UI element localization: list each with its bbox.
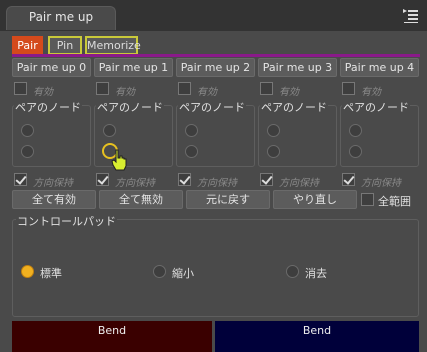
panel-menu-icon[interactable] xyxy=(403,8,419,24)
direction-keep-checkbox-3[interactable] xyxy=(260,173,273,186)
enable-label: 有効 xyxy=(279,87,299,98)
pair-me-up-0-button[interactable]: Pair me up 0 xyxy=(12,58,91,77)
enable-label: 有効 xyxy=(33,87,53,98)
pair-me-up-1-button[interactable]: Pair me up 1 xyxy=(94,58,173,77)
control-pad-shrink-radio[interactable] xyxy=(153,265,166,278)
node-radio-3b[interactable] xyxy=(267,145,280,158)
enable-checkbox-3[interactable] xyxy=(260,82,273,95)
tab-pin[interactable]: Pin xyxy=(48,36,82,55)
node-radio-4b[interactable] xyxy=(349,145,362,158)
enable-checkbox-0[interactable] xyxy=(14,82,27,95)
control-pad-erase-radio[interactable] xyxy=(286,265,299,278)
direction-keep-checkbox-0[interactable] xyxy=(14,173,27,186)
window-title: Pair me up xyxy=(28,10,94,24)
control-pad-shrink-label: 縮小 xyxy=(172,267,194,280)
tab-pair[interactable]: Pair xyxy=(12,36,43,55)
control-pad-erase-label: 消去 xyxy=(305,267,327,280)
node-radio-2a[interactable] xyxy=(185,124,198,137)
tab-accent-line xyxy=(12,54,420,57)
enable-label: 有効 xyxy=(115,87,135,98)
control-pad-group xyxy=(12,219,419,317)
enable-checkbox-4[interactable] xyxy=(342,82,355,95)
node-radio-0b[interactable] xyxy=(21,145,34,158)
node-group-label: ペアのノード xyxy=(14,99,82,115)
all-range-checkbox[interactable] xyxy=(361,193,374,206)
node-group-label: ペアのノード xyxy=(178,99,246,115)
bend-pad-right[interactable]: Bend xyxy=(215,321,419,352)
pair-me-up-3-button[interactable]: Pair me up 3 xyxy=(258,58,337,77)
hand-cursor-icon xyxy=(111,149,127,171)
pair-me-up-4-button[interactable]: Pair me up 4 xyxy=(340,58,419,77)
enable-checkbox-1[interactable] xyxy=(96,82,109,95)
node-radio-2b[interactable] xyxy=(185,145,198,158)
node-radio-3a[interactable] xyxy=(267,124,280,137)
node-radio-0a[interactable] xyxy=(21,124,34,137)
enable-label: 有効 xyxy=(197,87,217,98)
pair-me-up-2-button[interactable]: Pair me up 2 xyxy=(176,58,255,77)
control-pad-standard-label: 標準 xyxy=(40,267,62,280)
direction-keep-label: 方向保持 xyxy=(279,178,319,189)
direction-keep-checkbox-4[interactable] xyxy=(342,173,355,186)
all-range-label: 全範囲 xyxy=(378,195,411,208)
control-pad-standard-radio[interactable] xyxy=(21,265,34,278)
direction-keep-checkbox-1[interactable] xyxy=(96,173,109,186)
enable-label: 有効 xyxy=(361,87,381,98)
direction-keep-label: 方向保持 xyxy=(115,178,155,189)
control-pad-label: コントロールパッド xyxy=(16,213,117,229)
revert-button[interactable]: 元に戻す xyxy=(186,190,270,209)
direction-keep-checkbox-2[interactable] xyxy=(178,173,191,186)
title-bar: Pair me up xyxy=(0,0,427,32)
enable-checkbox-2[interactable] xyxy=(178,82,191,95)
node-group-label: ペアのノード xyxy=(342,99,410,115)
all-disable-button[interactable]: 全て無効 xyxy=(99,190,183,209)
window-title-tab[interactable]: Pair me up xyxy=(6,6,116,30)
node-radio-1a[interactable] xyxy=(103,124,116,137)
node-radio-4a[interactable] xyxy=(349,124,362,137)
tab-memorize[interactable]: Memorize xyxy=(85,36,141,55)
direction-keep-label: 方向保持 xyxy=(197,178,237,189)
node-group-label: ペアのノード xyxy=(96,99,164,115)
all-enable-button[interactable]: 全て有効 xyxy=(12,190,96,209)
direction-keep-label: 方向保持 xyxy=(33,178,73,189)
direction-keep-label: 方向保持 xyxy=(361,178,401,189)
node-group-label: ペアのノード xyxy=(260,99,328,115)
bend-pad-left[interactable]: Bend xyxy=(12,321,212,352)
redo-button[interactable]: やり直し xyxy=(273,190,357,209)
